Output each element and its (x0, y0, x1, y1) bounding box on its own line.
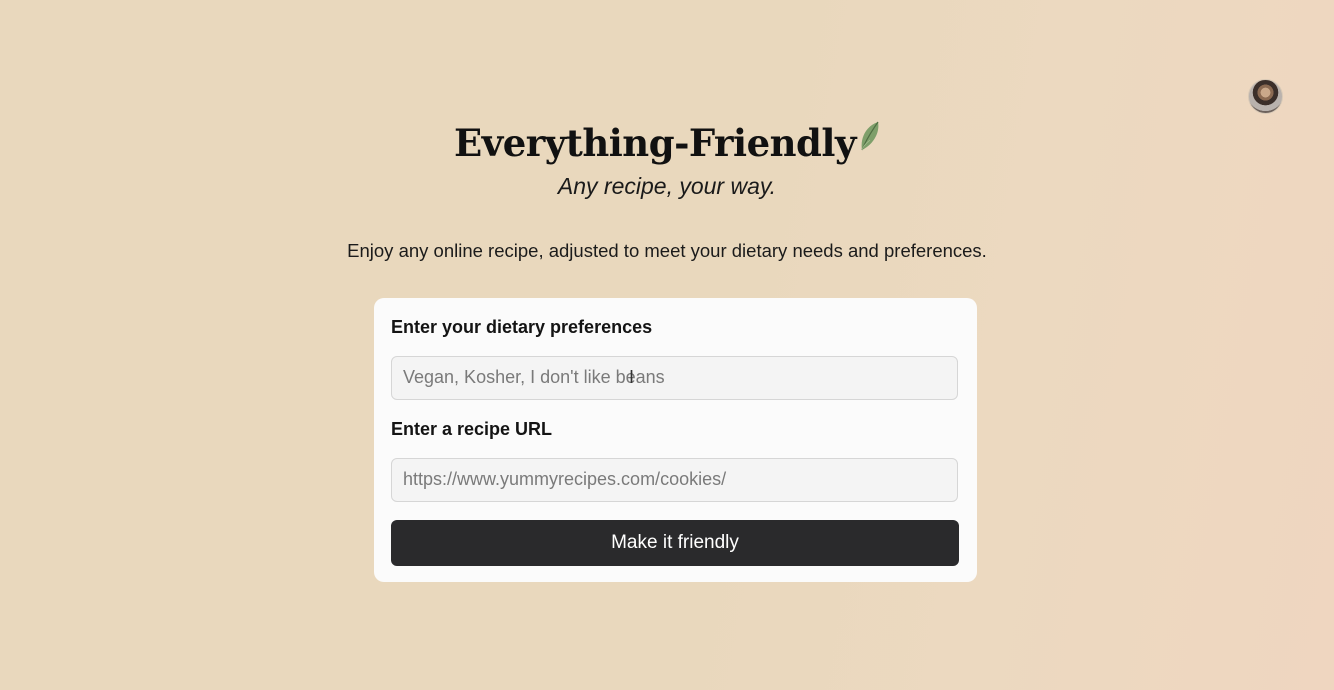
dietary-preferences-label: Enter your dietary preferences (391, 317, 653, 337)
leaf-icon (861, 121, 879, 151)
dietary-preferences-input[interactable]: Vegan, Kosher, I don't like beans I (391, 356, 958, 400)
title-wrap: Everything-Friendly (454, 118, 880, 168)
recipe-url-input[interactable]: https://www.yummyrecipes.com/cookies/ (391, 458, 958, 502)
dietary-preferences-placeholder: Vegan, Kosher, I don't like beans (403, 367, 665, 387)
make-it-friendly-button[interactable]: Make it friendly (391, 520, 959, 566)
page-subtitle: Any recipe, your way. (557, 173, 777, 199)
page-title: Everything-Friendly (454, 121, 856, 165)
page-tagline: Enjoy any online recipe, adjusted to mee… (347, 240, 987, 261)
hero-header: Everything-Friendly Any recipe, your way… (0, 118, 1334, 200)
text-cursor-icon: I (629, 367, 635, 387)
recipe-url-label: Enter a recipe URL (391, 419, 553, 439)
recipe-url-placeholder: https://www.yummyrecipes.com/cookies/ (403, 469, 727, 489)
recipe-form-card: Enter your dietary preferences Vegan, Ko… (374, 298, 977, 582)
user-avatar[interactable] (1248, 79, 1283, 114)
